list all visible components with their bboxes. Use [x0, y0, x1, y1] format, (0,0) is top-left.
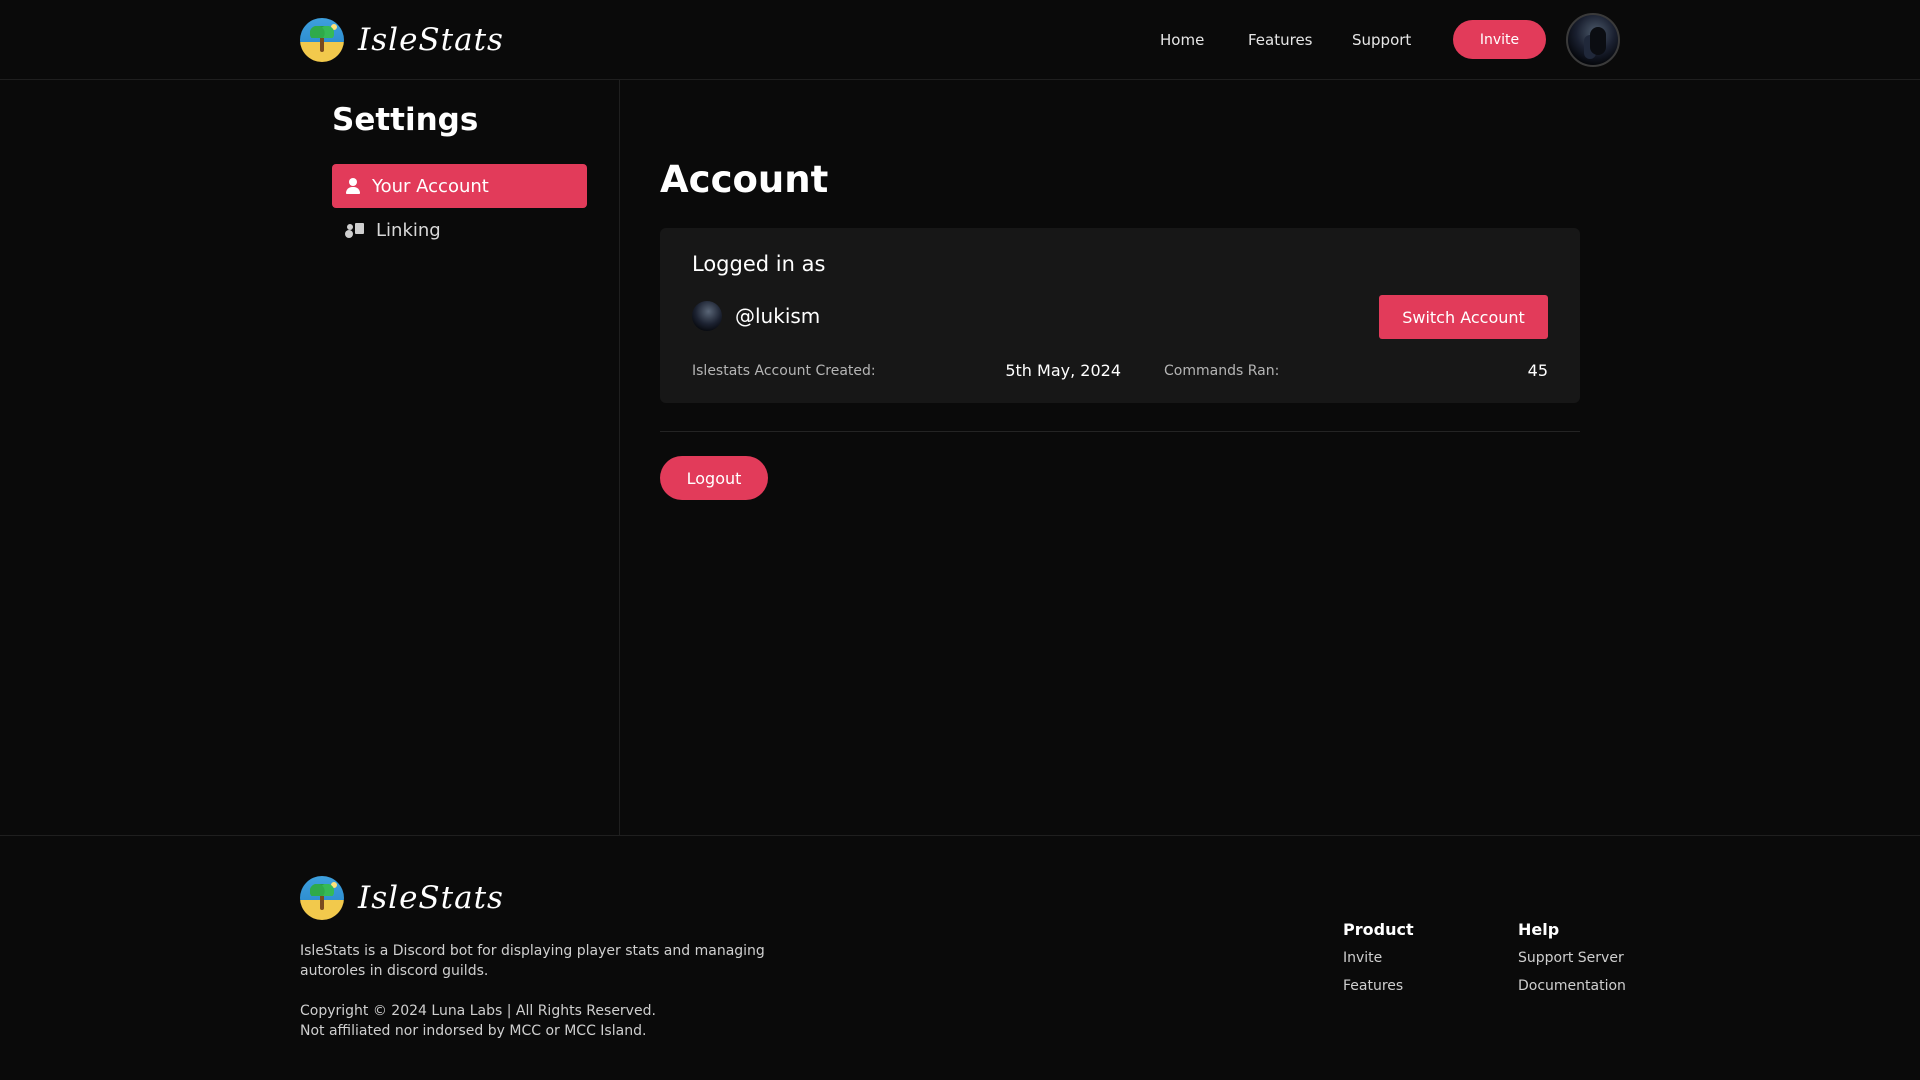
footer-help-title: Help: [1518, 920, 1560, 939]
sidebar-item-linking[interactable]: Linking: [332, 208, 587, 252]
footer: IsleStats IsleStats is a Discord bot for…: [0, 835, 1920, 1080]
footer-link-features[interactable]: Features: [1343, 978, 1403, 994]
brand-link[interactable]: IsleStats: [300, 18, 504, 62]
islestats-logo-icon: [300, 18, 344, 62]
nav-features-link[interactable]: Features: [1248, 0, 1313, 80]
nav-home-link[interactable]: Home: [1160, 0, 1204, 80]
account-avatar: [692, 301, 722, 331]
footer-link-support-server[interactable]: Support Server: [1518, 950, 1624, 966]
footer-brand[interactable]: IsleStats: [300, 876, 504, 920]
nav-support-link[interactable]: Support: [1352, 0, 1411, 80]
user-avatar[interactable]: [1566, 13, 1620, 67]
top-navbar: IsleStats Home Features Support Invite: [0, 0, 1920, 80]
settings-title: Settings: [332, 102, 479, 138]
invite-button[interactable]: Invite: [1453, 20, 1546, 59]
footer-description: IsleStats is a Discord bot for displayin…: [300, 943, 765, 979]
user-icon: [346, 178, 360, 194]
footer-brand-name: IsleStats: [358, 880, 504, 916]
sidebar-divider: [619, 80, 620, 836]
footer-legal: Copyright © 2024 Luna Labs | All Rights …: [300, 1001, 656, 1041]
commands-label: Commands Ran:: [1164, 363, 1280, 379]
sidebar-item-your-account[interactable]: Your Account: [332, 164, 587, 208]
footer-product-title: Product: [1343, 920, 1414, 939]
username: @lukism: [735, 304, 821, 328]
switch-account-button[interactable]: Switch Account: [1379, 295, 1548, 339]
page-title: Account: [660, 158, 829, 201]
commands-value: 45: [1527, 361, 1548, 380]
logout-button[interactable]: Logout: [660, 456, 768, 500]
user-card-icon: [346, 222, 364, 238]
sidebar-item-label: Linking: [376, 219, 441, 241]
sidebar-item-label: Your Account: [372, 175, 489, 197]
logged-in-label: Logged in as: [692, 252, 826, 276]
footer-link-documentation[interactable]: Documentation: [1518, 978, 1626, 994]
footer-copyright: Copyright © 2024 Luna Labs | All Rights …: [300, 1003, 656, 1019]
brand-name: IsleStats: [358, 22, 504, 58]
content-divider: [660, 431, 1580, 432]
islestats-logo-icon: [300, 876, 344, 920]
account-card: Logged in as @lukism Switch Account Isle…: [660, 228, 1580, 403]
footer-disclaimer: Not affiliated nor indorsed by MCC or MC…: [300, 1023, 647, 1039]
created-label: Islestats Account Created:: [692, 363, 876, 379]
footer-link-invite[interactable]: Invite: [1343, 950, 1382, 966]
created-value: 5th May, 2024: [1005, 361, 1121, 380]
